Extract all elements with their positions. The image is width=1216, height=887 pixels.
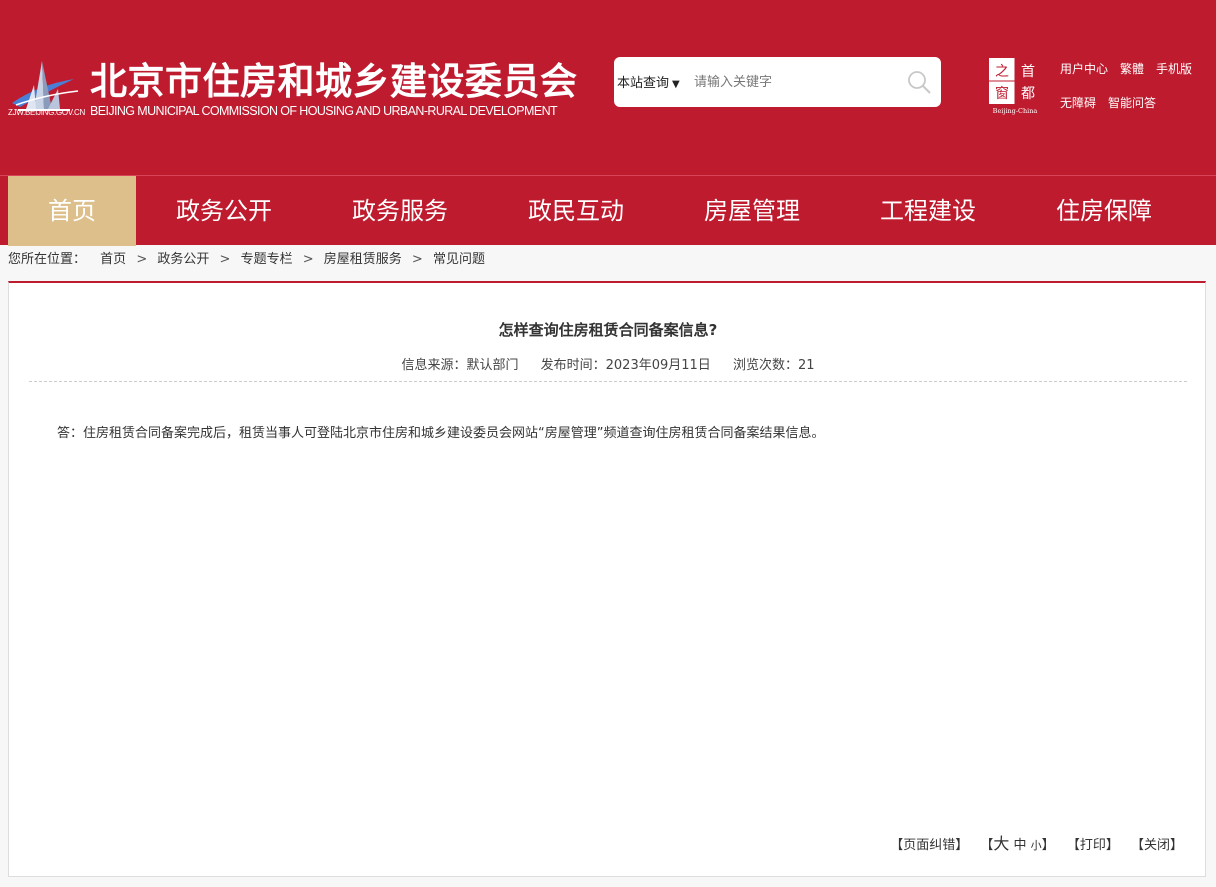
breadcrumb: 您所在位置： 首页 > 政务公开 > 专题专栏 > 房屋租赁服务 > 常见问题 (8, 248, 485, 267)
traditional-chinese-link[interactable]: 繁體 (1120, 60, 1144, 77)
site-title[interactable]: 北京市住房和城乡建设委员会 (90, 51, 578, 105)
breadcrumb-separator: > (411, 252, 423, 267)
breadcrumb-item[interactable]: 政务公开 (157, 252, 209, 267)
font-size-small-button[interactable]: 小 (1031, 839, 1042, 852)
breadcrumb-item[interactable]: 首页 (100, 252, 126, 267)
chevron-down-icon: ▼ (672, 79, 680, 90)
article-title: 怎样查询住房租赁合同备案信息? (498, 321, 718, 339)
breadcrumb-item[interactable]: 常见问题 (433, 252, 485, 267)
article-panel: 怎样查询住房租赁合同备案信息? 信息来源：默认部门 发布时间：2023年09月1… (8, 281, 1206, 877)
breadcrumb-item[interactable]: 专题专栏 (241, 252, 293, 267)
search-scope-label: 本站查询 (617, 76, 670, 91)
smart-qa-link[interactable]: 智能问答 (1108, 94, 1156, 111)
nav-item-housing-management[interactable]: 房屋管理 (664, 176, 840, 246)
window-logo-char: 都 (1021, 86, 1035, 102)
breadcrumb-separator: > (302, 252, 314, 267)
search-scope-select[interactable]: 本站查询 ▼ (617, 72, 680, 91)
logo-domain: ZJW.BEIJING.GOV.CN (8, 108, 85, 117)
window-logo-caption: Beijing-China (993, 107, 1038, 115)
font-size-bracket-close: 】 (1041, 838, 1055, 853)
window-logo-char: 窗 (995, 85, 1009, 102)
page-correction-link[interactable]: 【页面纠错】 (890, 838, 968, 853)
article-meta: 信息来源：默认部门 发布时间：2023年09月11日 浏览次数：21 (9, 354, 1207, 373)
article-tools: 【页面纠错】 【大 中 小】 【打印】 【关闭】 (890, 830, 1183, 854)
font-size-large-button[interactable]: 大 (993, 834, 1009, 853)
nav-item-home[interactable]: 首页 (8, 176, 136, 246)
search-box: 本站查询 ▼ (614, 57, 941, 107)
article-published-date: 发布时间：2023年09月11日 (540, 358, 711, 373)
breadcrumb-separator: > (136, 252, 148, 267)
font-size-medium-button[interactable]: 中 (1014, 838, 1027, 853)
window-logo-char: 之 (995, 64, 1009, 80)
article-source: 信息来源：默认部门 (401, 358, 519, 373)
nav-item-interaction[interactable]: 政民互动 (488, 176, 664, 246)
window-logo-char: 首 (1021, 64, 1035, 80)
nav-item-housing-security[interactable]: 住房保障 (1016, 176, 1192, 246)
close-button[interactable]: 【关闭】 (1131, 838, 1183, 853)
article-body: 答：住房租赁合同备案完成后，租赁当事人可登陆北京市住房和城乡建设委员会网站“房屋… (57, 426, 825, 441)
font-size-controls: 【大 中 小】 (980, 834, 1055, 853)
nav-item-government-services[interactable]: 政务服务 (312, 176, 488, 246)
user-center-link[interactable]: 用户中心 (1060, 60, 1108, 77)
search-icon[interactable] (906, 69, 932, 95)
nav-item-construction[interactable]: 工程建设 (840, 176, 1016, 246)
font-size-bracket-open: 【 (980, 838, 994, 853)
site-subtitle: BEIJING MUNICIPAL COMMISSION OF HOUSING … (90, 104, 558, 118)
mobile-version-link[interactable]: 手机版 (1156, 60, 1192, 77)
article-divider (29, 381, 1187, 382)
breadcrumb-separator: > (219, 252, 231, 267)
capital-window-logo[interactable]: 之 首 窗 都 Beijing-China (988, 57, 1042, 115)
article-view-count: 浏览次数：21 (732, 358, 815, 373)
accessibility-link[interactable]: 无障碍 (1060, 94, 1096, 111)
main-nav: 首页 政务公开 政务服务 政民互动 房屋管理 工程建设 住房保障 (0, 175, 1216, 246)
print-button[interactable]: 【打印】 (1067, 838, 1119, 853)
breadcrumb-prefix: 您所在位置： (8, 252, 87, 267)
nav-item-government-affairs[interactable]: 政务公开 (136, 176, 312, 246)
breadcrumb-item[interactable]: 房屋租赁服务 (324, 252, 402, 267)
search-input[interactable] (694, 70, 894, 94)
